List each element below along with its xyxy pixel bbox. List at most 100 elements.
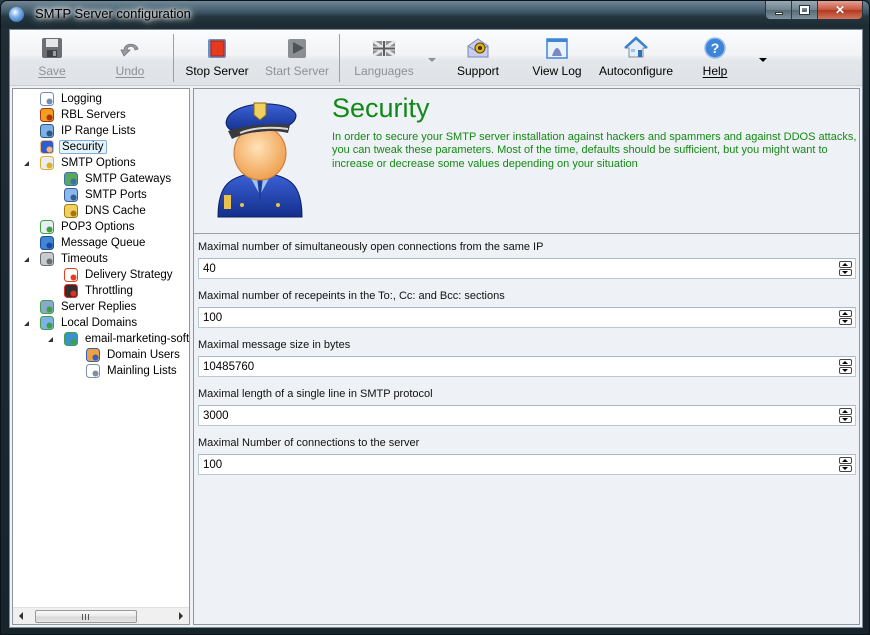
tree-item-throttling[interactable]: Throttling bbox=[63, 283, 135, 299]
undo-label: Undo bbox=[115, 64, 145, 78]
autoconfigure-button[interactable]: Autoconfigure bbox=[599, 33, 673, 83]
view-log-button[interactable]: View Log bbox=[530, 33, 584, 83]
support-envelope-bug-icon bbox=[467, 38, 489, 58]
tree-item-label: Mainling Lists bbox=[107, 365, 177, 377]
tree-item-rbl-servers[interactable]: RBL Servers bbox=[39, 107, 128, 123]
maximize-button[interactable] bbox=[792, 1, 818, 19]
stop-server-label: Stop Server bbox=[185, 64, 249, 78]
tree-item-dns-cache[interactable]: DNS Cache bbox=[63, 203, 148, 219]
languages-label: Languages bbox=[354, 64, 414, 78]
numeric-input[interactable] bbox=[199, 357, 829, 376]
pop3-envelope-icon bbox=[39, 219, 55, 235]
tree-expanded-arrow-icon[interactable] bbox=[24, 321, 29, 326]
spin-down-icon[interactable] bbox=[839, 269, 852, 276]
stop-server-button[interactable]: Stop Server bbox=[184, 33, 250, 83]
tree-item-ip-range-lists[interactable]: IP Range Lists bbox=[39, 123, 138, 139]
tree-item-label: RBL Servers bbox=[61, 109, 126, 121]
tree-item-smtp-ports[interactable]: SMTP Ports bbox=[63, 187, 149, 203]
spin-buttons bbox=[839, 359, 852, 374]
tree-horizontal-scrollbar[interactable] bbox=[13, 607, 189, 624]
toolbar-overflow-arrow-icon[interactable] bbox=[759, 58, 767, 62]
scrollbar-thumb[interactable] bbox=[35, 610, 137, 623]
tree-item-mainling-lists[interactable]: Mainling Lists bbox=[85, 363, 179, 379]
numeric-input[interactable] bbox=[199, 259, 829, 278]
svg-text:?: ? bbox=[711, 40, 720, 56]
tree-item-label: SMTP Gateways bbox=[85, 173, 172, 185]
tree-item-label: Throttling bbox=[85, 285, 133, 297]
spin-down-icon[interactable] bbox=[839, 318, 852, 325]
tree-expanded-arrow-icon[interactable] bbox=[24, 161, 29, 166]
tree-item-label: Logging bbox=[61, 93, 102, 105]
tree-item-message-queue[interactable]: Message Queue bbox=[39, 235, 147, 251]
tree-item-label: Delivery Strategy bbox=[85, 269, 173, 281]
title-bar[interactable]: SMTP Server configuration ✕ bbox=[1, 1, 869, 27]
support-button[interactable]: Support bbox=[456, 33, 500, 83]
field-label: Maximal Number of connections to the ser… bbox=[198, 437, 420, 449]
close-button[interactable]: ✕ bbox=[818, 1, 862, 19]
start-server-label: Start Server bbox=[264, 64, 330, 78]
tree-item-security[interactable]: Security bbox=[39, 139, 107, 155]
start-server-button[interactable]: Start Server bbox=[264, 33, 330, 83]
page-description: In order to secure your SMTP server inst… bbox=[332, 131, 857, 170]
tree-item-label: SMTP Ports bbox=[85, 189, 147, 201]
spin-up-icon[interactable] bbox=[839, 408, 852, 415]
tree-item-label: Security bbox=[59, 140, 107, 154]
spin-down-icon[interactable] bbox=[839, 367, 852, 374]
tree-item-server-replies[interactable]: Server Replies bbox=[39, 299, 138, 315]
view-log-label: View Log bbox=[532, 64, 582, 78]
minimize-button[interactable] bbox=[766, 1, 792, 19]
scroll-right-arrow-icon[interactable] bbox=[179, 612, 183, 620]
spin-up-icon[interactable] bbox=[839, 457, 852, 464]
spam-database-icon bbox=[39, 107, 55, 123]
page-title: Security bbox=[332, 93, 430, 123]
page-header: Security In order to secure your SMTP se… bbox=[194, 89, 859, 234]
help-button[interactable]: ? Help bbox=[700, 33, 730, 83]
spin-up-icon[interactable] bbox=[839, 359, 852, 366]
message-queue-icon bbox=[39, 235, 55, 251]
tree-item-smtp-options[interactable]: SMTP Options bbox=[39, 155, 138, 171]
tree-item-label: Message Queue bbox=[61, 237, 146, 249]
undo-button[interactable]: Undo bbox=[110, 33, 150, 83]
numeric-spin-field bbox=[198, 454, 856, 475]
numeric-spin-field bbox=[198, 356, 856, 377]
tree-item-logging[interactable]: Logging bbox=[39, 91, 104, 107]
tree-expanded-arrow-icon[interactable] bbox=[48, 337, 53, 342]
network-ports-icon bbox=[63, 187, 79, 203]
tree-item-smtp-gateways[interactable]: SMTP Gateways bbox=[63, 171, 173, 187]
mailing-list-icon bbox=[85, 363, 101, 379]
tree-expanded-arrow-icon[interactable] bbox=[24, 257, 29, 262]
save-button[interactable]: Save bbox=[32, 33, 72, 83]
maximize-icon bbox=[799, 5, 810, 15]
languages-dropdown-arrow-icon[interactable] bbox=[428, 58, 436, 62]
spin-down-icon[interactable] bbox=[839, 416, 852, 423]
scroll-left-arrow-icon[interactable] bbox=[19, 612, 23, 620]
spin-up-icon[interactable] bbox=[839, 310, 852, 317]
tree-item-timeouts[interactable]: Timeouts bbox=[39, 251, 110, 267]
tree-item-local-domains[interactable]: Local Domains bbox=[39, 315, 139, 331]
numeric-input[interactable] bbox=[199, 455, 829, 474]
tree-item-label: Timeouts bbox=[61, 253, 108, 265]
house-icon bbox=[624, 36, 648, 58]
languages-button[interactable]: Languages bbox=[354, 33, 414, 83]
uk-flag-icon bbox=[372, 39, 396, 58]
field-label: Maximal length of a single line in SMTP … bbox=[198, 388, 433, 400]
navigation-tree: Logging RBL Servers IP Range Lists Security… bbox=[12, 88, 190, 625]
floppy-disk-icon bbox=[42, 38, 62, 58]
gateway-icon bbox=[63, 171, 79, 187]
tree-item-domain-users[interactable]: Domain Users bbox=[85, 347, 182, 363]
tree-item-email-marketing-softw[interactable]: email-marketing-softw bbox=[63, 331, 189, 347]
spin-up-icon[interactable] bbox=[839, 261, 852, 268]
cache-jar-icon bbox=[63, 203, 79, 219]
spin-buttons bbox=[839, 261, 852, 276]
tree-item-label: SMTP Options bbox=[61, 157, 136, 169]
spin-down-icon[interactable] bbox=[839, 465, 852, 472]
numeric-input[interactable] bbox=[199, 406, 829, 425]
window-title: SMTP Server configuration bbox=[35, 6, 191, 21]
tree-item-pop3-options[interactable]: POP3 Options bbox=[39, 219, 137, 235]
tree-item-delivery-strategy[interactable]: Delivery Strategy bbox=[63, 267, 175, 283]
locked-envelope-icon bbox=[39, 155, 55, 171]
numeric-input[interactable] bbox=[199, 308, 829, 327]
spin-buttons bbox=[839, 310, 852, 325]
users-icon bbox=[85, 347, 101, 363]
police-officer-icon bbox=[39, 139, 55, 155]
